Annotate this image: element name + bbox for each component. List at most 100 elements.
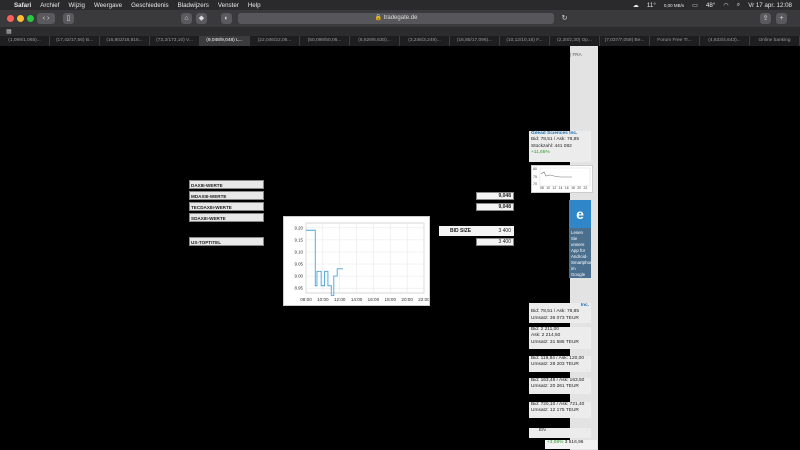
sidebar-toggle-icon[interactable]: ▯ [63, 13, 74, 24]
menu-wijzig[interactable]: Wijzig [68, 2, 85, 9]
wifi-icon[interactable]: ◠ [723, 2, 728, 9]
nav-us-top[interactable]: US-TOPTITEL [189, 237, 264, 246]
app-logo: e [569, 200, 591, 228]
menu-help[interactable]: Help [248, 2, 261, 9]
x-tick-label: 20:00 [401, 297, 413, 302]
x-tick-label: 16:00 [368, 297, 380, 302]
minimize-button[interactable] [17, 15, 24, 22]
y-tick-label: 8.95 [294, 286, 303, 291]
weather-icon[interactable]: ☁ [633, 2, 639, 9]
tab[interactable]: (10,12/10,16) F... [500, 36, 550, 46]
list-item-line: Umsatz: 31 586 TEUR [531, 339, 579, 345]
nav-tecdax[interactable]: TECDAXIII-WERTE [189, 202, 264, 211]
menu-venster[interactable]: Venster [218, 2, 239, 9]
add-tab-button[interactable]: + [776, 13, 787, 24]
tab[interactable]: (7,037/7,059) Be... [600, 36, 650, 46]
nav-sdax[interactable]: SDAXIII-WERTE [189, 213, 264, 222]
list-item-line: Umsatz: 36 073 TEUR [531, 315, 579, 321]
list-item[interactable]: Bid: 163,48 / Ask: 163,50 Umsatz: 20 261… [529, 378, 591, 394]
list-item[interactable]: Bid: 720,10 / Ask: 721,40 Umsatz: 12 175… [529, 402, 591, 418]
list-item[interactable]: Inc. Bid: 78,51 / Ask: 78,85 Umsatz: 36 … [529, 303, 591, 323]
grid-icon[interactable]: ▦ [6, 28, 12, 35]
search-icon[interactable]: ⌕ [737, 1, 740, 9]
nav-mdax[interactable]: MDAXIII-WERTE [189, 191, 264, 200]
y-tick-label: 9.10 [294, 249, 303, 254]
nav-dax[interactable]: DAXIII-WERTE [189, 180, 264, 189]
tab[interactable]: (1,099/1,065)... [0, 36, 50, 46]
list-item-line: Umsatz: 28 203 TEUR [531, 362, 579, 368]
shield-icon[interactable]: ◆ [196, 13, 207, 24]
y-tick-label: 9.20 [294, 225, 303, 230]
index-change-row[interactable]: +3,08% 3 516,96 [545, 440, 597, 449]
bookmarks-bar: ▦ [0, 27, 800, 36]
x-tick-label: 18:00 [385, 297, 397, 302]
tab[interactable]: (9,048/9,048) L... [200, 36, 250, 46]
zoom-button[interactable] [27, 15, 34, 22]
bid-size-value: 3 400 [498, 228, 511, 234]
list-item-line: Umsatz: 12 175 TEUR [531, 408, 579, 414]
menu-geschiedenis[interactable]: Geschiedenis [131, 2, 169, 9]
tab[interactable]: (3,246/3,249)... [400, 36, 450, 46]
app-promo[interactable]: e Lesen Sie unsere App für Android-Smart… [569, 200, 591, 278]
x-tick-label: 10:00 [317, 297, 329, 302]
list-item[interactable]: Bid: 2 211,00 Ask: 2 214,50 Umsatz: 31 5… [529, 327, 591, 349]
battery-temp[interactable]: 48° [706, 2, 715, 9]
datetime[interactable]: Vr 17 apr. 12:08 [748, 2, 792, 9]
bid-value: 9,048 [476, 192, 514, 200]
y-tick-label: 9.05 [294, 262, 303, 267]
menu-weergave[interactable]: Weergave [94, 2, 122, 9]
tab[interactable]: (73,2/173,10) V... [150, 36, 200, 46]
home-icon[interactable]: ⌂ [181, 13, 192, 24]
right-header: | FRA [570, 52, 582, 57]
network-speed[interactable]: 0,00 MB/s [664, 3, 684, 8]
battery-icon[interactable]: ▭ [692, 2, 698, 9]
status-area: ☁ 11° 0,00 MB/s ▭ 48° ◠ ⌕ Vr 17 apr. 12:… [633, 0, 792, 10]
ask-value: 9,048 [476, 203, 514, 211]
mini-chart: 80 75 70 08 10 12 14 16 18 20 22 [531, 165, 593, 193]
y-tick-label: 9.00 [294, 274, 303, 279]
lock-icon: 🔒 [374, 15, 383, 21]
index-value: 3 516,96 [564, 440, 584, 445]
tab[interactable]: (50,098/50,06... [300, 36, 350, 46]
tab[interactable]: (4,633/4,643)... [700, 36, 750, 46]
price-chart-svg: 08:00 10:00 12:00 14:00 16:00 18:00 20:00 22:00… [294, 222, 430, 302]
menu-archief[interactable]: Archief [40, 2, 59, 9]
address-bar[interactable]: 🔒 tradegate.de [238, 13, 554, 24]
tab[interactable]: (16,802/16,816... [100, 36, 150, 46]
vivaldi-icon[interactable]: ◐ [221, 13, 232, 24]
price-chart: 08:00 10:00 12:00 14:00 16:00 18:00 20:00 22:00… [283, 216, 430, 306]
footer-label: EN [539, 428, 546, 433]
ask-size-value: 3 400 [476, 238, 514, 246]
menu-bladwijzers[interactable]: Bladwijzers [178, 2, 209, 9]
x-tick-label: 08:00 [300, 297, 312, 302]
list-item[interactable]: Bid: 119,84 / Ask: 120,00 Umsatz: 28 203… [529, 356, 591, 372]
tab[interactable]: Online banking [750, 36, 800, 46]
x-tick-label: 12:00 [334, 297, 346, 302]
footer-label-row: EN [529, 428, 591, 438]
index-change: +3,08% [547, 440, 564, 445]
tab[interactable]: (22,046/22,06... [250, 36, 300, 46]
browser-toolbar: ‹ › ▯ ⌂ ◆ ◐ 🔒 tradegate.de ↻ ⇪ + [0, 10, 800, 27]
stock-card[interactable]: Gilead Sciences Inc. Bid: 78,51 / Ask: 7… [529, 131, 591, 162]
x-tick-label: 22:00 [418, 297, 429, 302]
url-text: tradegate.de [383, 15, 418, 21]
tab-bar: (1,099/1,065)... (17,42/17,56) B... (16,80… [0, 36, 800, 46]
plot-area [305, 222, 425, 294]
tab[interactable]: Forum Free Tr... [650, 36, 700, 46]
back-forward-buttons[interactable]: ‹ › [37, 13, 55, 24]
promo-text: Lesen Sie unsere App für Android-Smartph… [571, 230, 591, 277]
y-tick-label: 9.15 [294, 237, 303, 242]
change-text: +11,65% [531, 150, 550, 156]
close-button[interactable] [7, 15, 14, 22]
menubar: Safari Archief Wijzig Weergave Geschiede… [0, 0, 800, 10]
temperature[interactable]: 11° [647, 2, 656, 9]
bid-size-row: BID SIZE 3 400 [439, 226, 514, 236]
menu-app-name[interactable]: Safari [14, 2, 31, 9]
tab[interactable]: (2,20/2,30) Op... [550, 36, 600, 46]
tab[interactable]: (16,85/17,096)... [450, 36, 500, 46]
tab[interactable]: (6,629/6,630)... [350, 36, 400, 46]
tab[interactable]: (17,42/17,56) B... [50, 36, 100, 46]
reload-icon[interactable]: ↻ [560, 13, 569, 24]
mini-x-ticks: 08 10 12 14 16 18 20 22 [540, 186, 588, 190]
share-icon[interactable]: ⇪ [760, 13, 771, 24]
